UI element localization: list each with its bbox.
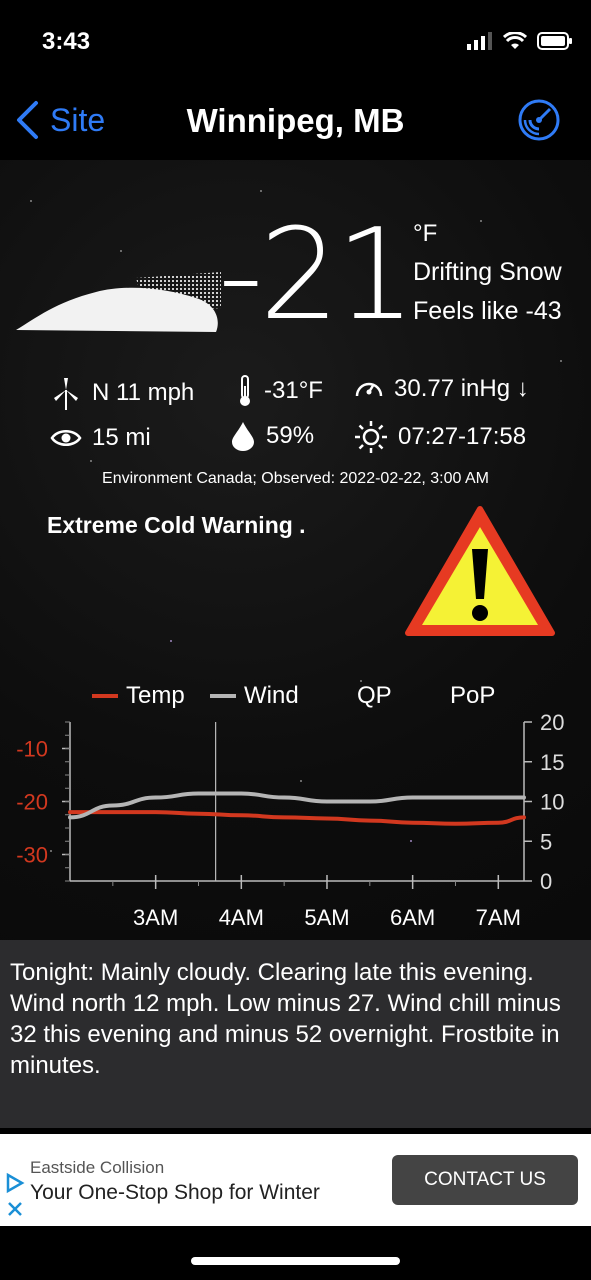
wifi-icon xyxy=(503,32,527,49)
left-tick-label: -20 xyxy=(16,790,48,815)
dewpoint-readout: -31°F xyxy=(236,374,323,408)
eye-icon xyxy=(50,430,82,446)
x-tick-label: 6AM xyxy=(390,905,435,930)
left-tick-label: -30 xyxy=(16,843,48,868)
contact-us-button[interactable]: CONTACT US xyxy=(392,1155,578,1205)
signal-icon xyxy=(467,32,492,50)
wind-turbine-icon xyxy=(54,378,78,410)
forecast-panel: Tonight: Mainly cloudy. Clearing late th… xyxy=(0,940,591,1128)
status-icons xyxy=(467,32,573,50)
series-line-temp xyxy=(68,810,526,826)
droplet-icon xyxy=(232,422,254,451)
gauge-icon xyxy=(355,382,383,397)
close-icon[interactable] xyxy=(6,1200,24,1218)
observation-source: Environment Canada; Observed: 2022-02-22… xyxy=(102,470,489,487)
battery-icon xyxy=(537,32,572,50)
humidity-readout: 59% xyxy=(230,420,314,452)
home-indicator[interactable] xyxy=(191,1257,400,1265)
drifting-snow-icon xyxy=(16,272,221,332)
pressure-value: 30.77 inHg ↓ xyxy=(394,375,529,402)
sun-value: 07:27-17:58 xyxy=(398,423,527,450)
right-tick-label: 20 xyxy=(540,710,564,735)
nav-bar: Site Winnipeg, MB xyxy=(0,88,591,160)
right-tick-label: 0 xyxy=(540,869,552,894)
x-tick-label: 3AM xyxy=(133,905,178,930)
radar-icon[interactable] xyxy=(517,98,561,142)
forecast-chart: -10 -20 -30 20 15 10 5 0 3AM 4AM 5AM 6AM 7AM xyxy=(16,710,564,930)
sun-readout: 07:27-17:58 xyxy=(354,420,526,454)
temperature-unit: °F xyxy=(413,220,438,247)
left-tick-label: -10 xyxy=(16,737,48,762)
warning-text[interactable]: Extreme Cold Warning . xyxy=(47,512,306,539)
visibility-value: 15 mi xyxy=(92,424,151,451)
x-tick-label: 4AM xyxy=(219,905,264,930)
status-bar: 3:43 xyxy=(0,0,591,88)
visibility-readout: 15 mi xyxy=(50,424,151,452)
ad-sponsor: Eastside Collision xyxy=(30,1158,165,1177)
wind-readout: N 11 mph xyxy=(50,376,194,410)
wind-value: N 11 mph xyxy=(92,379,195,406)
dewpoint-value: -31°F xyxy=(264,377,323,404)
condition-text: Drifting Snow xyxy=(413,258,562,286)
current-temperature: -21 xyxy=(218,201,416,348)
ad-banner[interactable]: Eastside Collision Your One-Stop Shop fo… xyxy=(0,1134,591,1226)
feels-like: Feels like -43 xyxy=(413,297,562,325)
ad-choices-icon[interactable] xyxy=(4,1172,26,1194)
thermometer-icon xyxy=(240,375,250,406)
forecast-text: Tonight: Mainly cloudy. Clearing late th… xyxy=(10,959,561,1079)
status-time: 3:43 xyxy=(42,28,91,55)
x-tick-label: 5AM xyxy=(304,905,349,930)
ad-headline: Your One-Stop Shop for Winter xyxy=(30,1181,320,1204)
pressure-readout: 30.77 inHg ↓ xyxy=(354,374,529,404)
sun-icon xyxy=(355,421,387,453)
right-tick-label: 15 xyxy=(540,750,564,775)
x-tick-label: 7AM xyxy=(476,905,521,930)
humidity-value: 59% xyxy=(266,422,315,449)
right-tick-label: 10 xyxy=(540,790,564,815)
page-title: Winnipeg, MB xyxy=(186,102,405,139)
right-tick-label: 5 xyxy=(540,829,552,854)
warning-icon[interactable] xyxy=(404,505,556,639)
